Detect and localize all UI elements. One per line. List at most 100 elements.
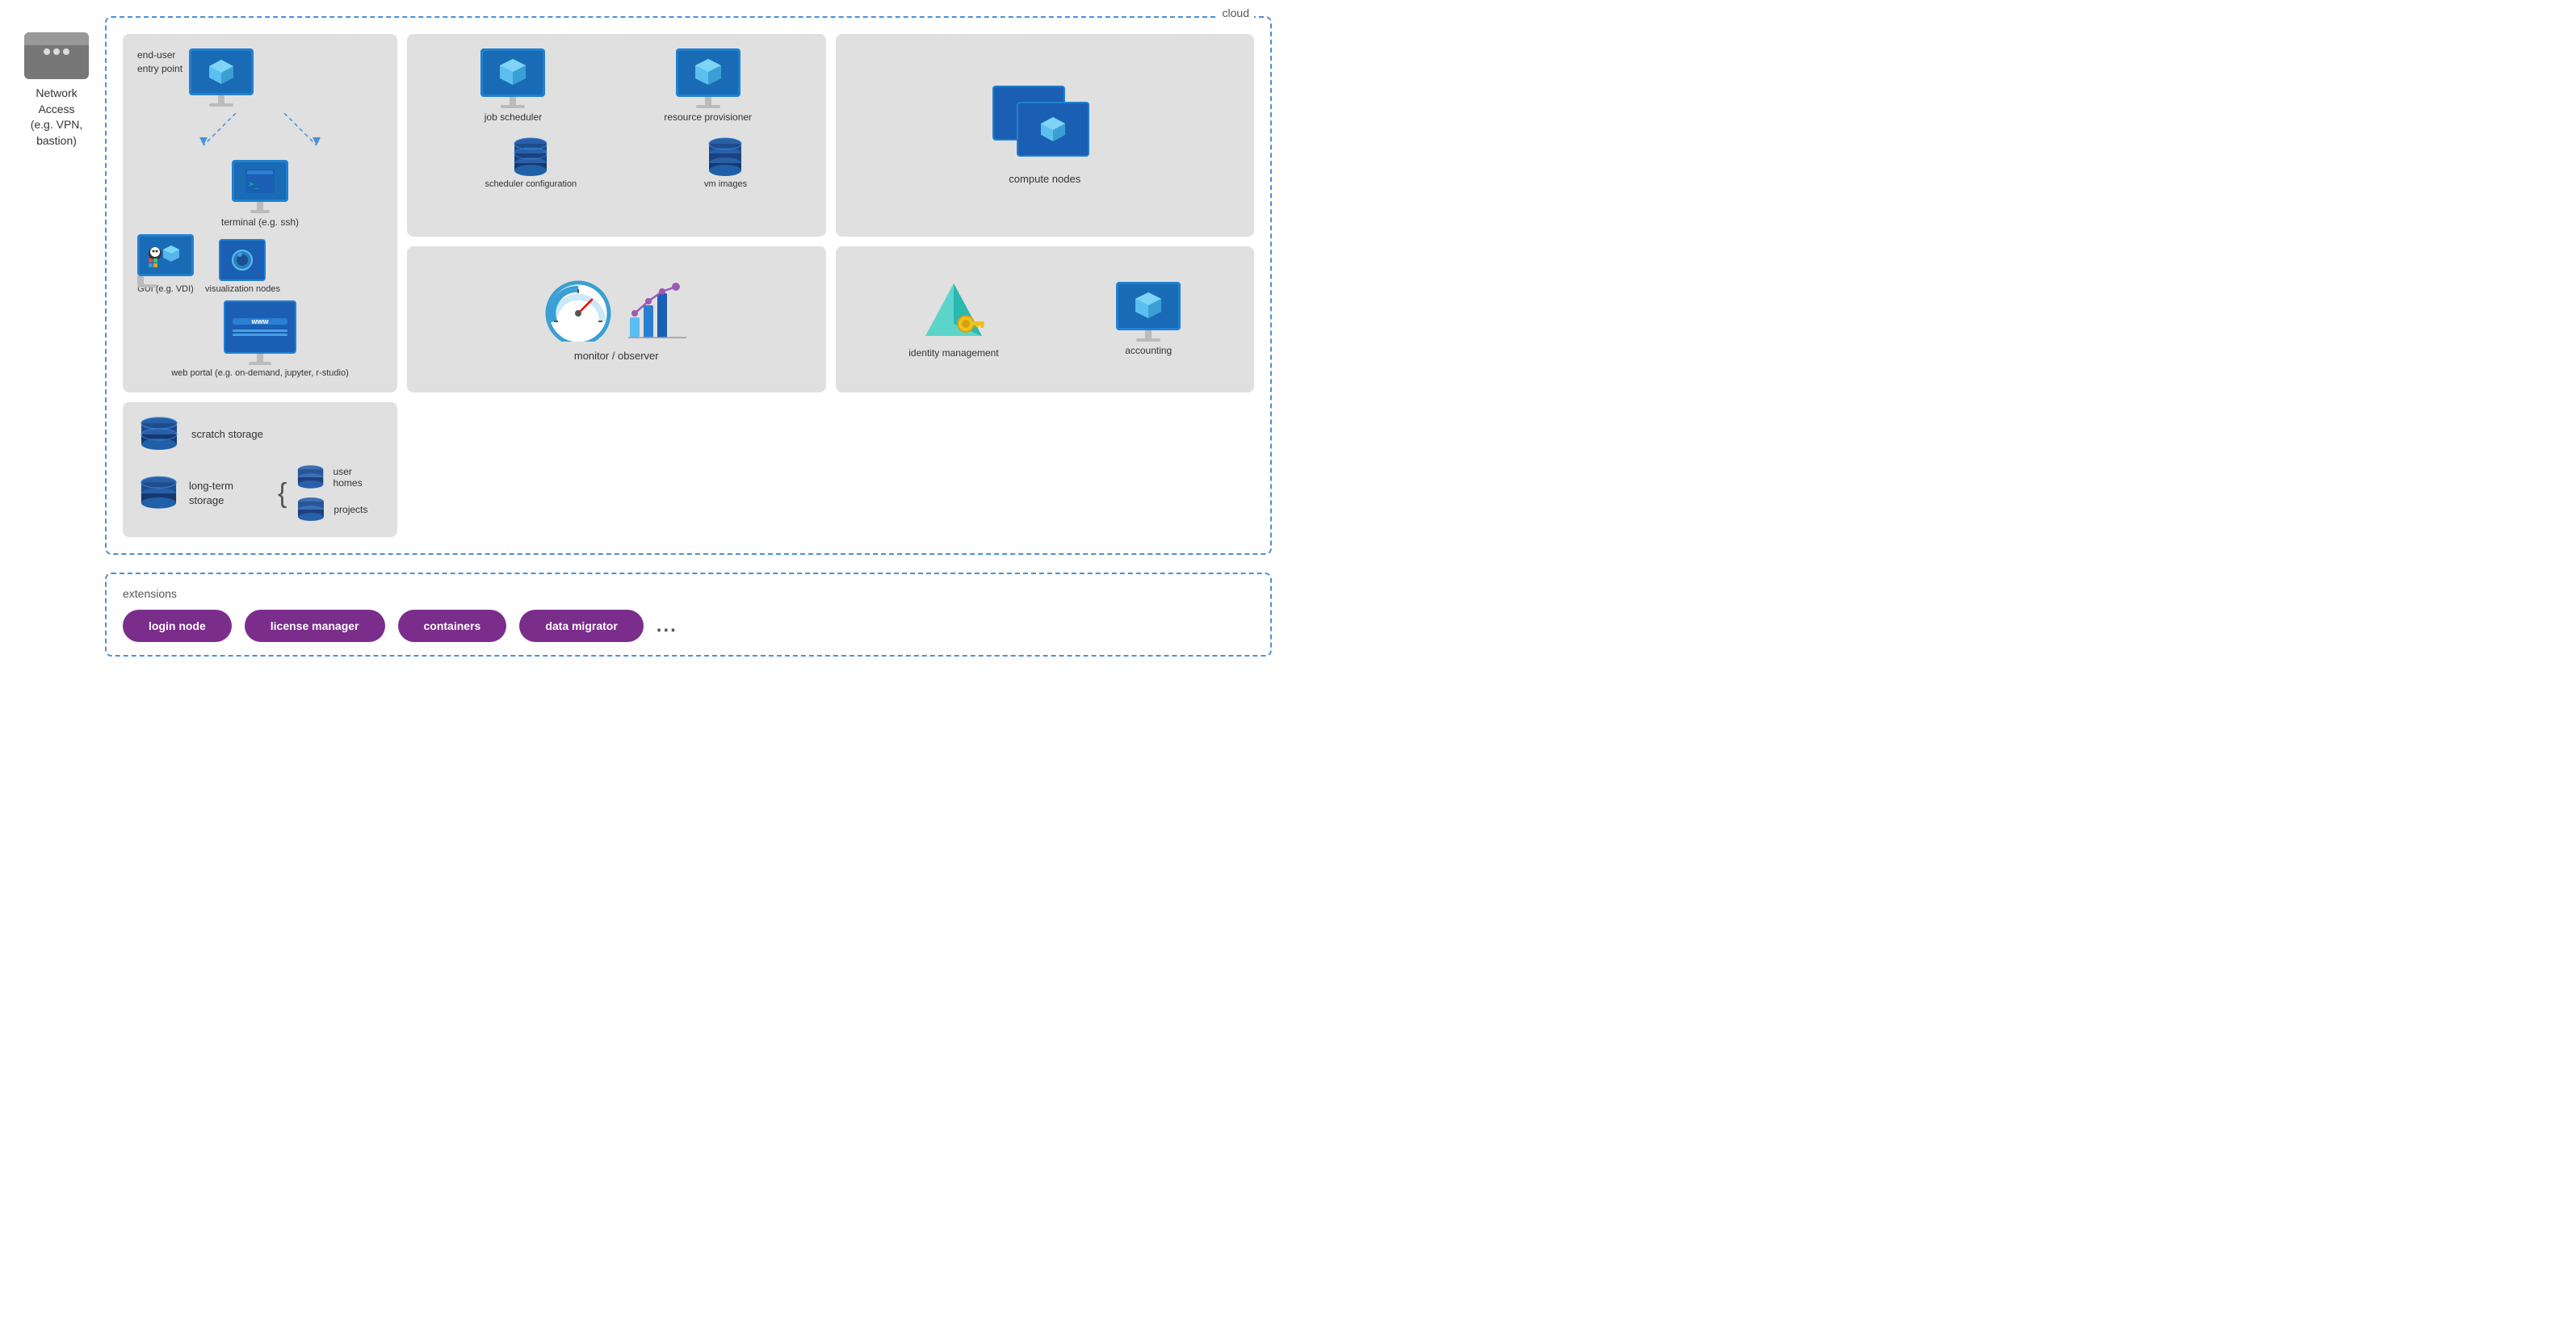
accounting-stand [1145, 330, 1152, 338]
user-homes-icon [295, 464, 326, 490]
visualization-label: visualization nodes [205, 284, 280, 294]
more-dots: ... [657, 615, 678, 637]
www-monitor: www [224, 300, 296, 354]
cell-scheduler: job scheduler [407, 34, 826, 237]
svg-text:>_: >_ [249, 180, 259, 189]
resource-provisioner-group: resource provisioner [664, 48, 752, 123]
long-term-storage-row: long-term storage { [137, 464, 383, 523]
cell-storage: scratch storage long-term storage [123, 402, 397, 537]
job-scheduler-group: job scheduler [480, 48, 545, 123]
network-access-label: Network Access (e.g. VPN, bastion) [31, 86, 83, 149]
compute-cube-front [1036, 114, 1070, 145]
cloud-label: cloud [1218, 6, 1254, 19]
speedometer-icon [542, 277, 615, 342]
browser-dots [40, 45, 73, 58]
web-portal-group: www web portal (e.g. on-demand, jupyter,… [137, 300, 383, 378]
accounting-cube [1131, 288, 1166, 324]
long-term-storage-icon [137, 476, 181, 512]
monitor-observer-icons [542, 277, 690, 342]
data-migrator-button[interactable]: data migrator [519, 610, 643, 642]
scheduler-db-icon [509, 136, 553, 176]
containers-button[interactable]: containers [398, 610, 507, 642]
accounting-group: accounting [1116, 282, 1181, 356]
scratch-storage-icon [137, 417, 182, 453]
provisioner-label: resource provisioner [664, 111, 752, 123]
gui-screen-content [145, 237, 186, 273]
monitor-base [209, 103, 233, 107]
terminal-label: terminal (e.g. ssh) [221, 216, 299, 228]
user-homes-projects-group: user homes projects [295, 464, 383, 523]
cloud-container: cloud end-user entry point [105, 16, 1272, 555]
www-stand [257, 354, 263, 362]
cell-monitor-observer: monitor / observer [407, 246, 826, 393]
gui-icon [137, 234, 194, 281]
chart-icon [626, 277, 690, 342]
left-panel: Network Access (e.g. VPN, bastion) [16, 16, 97, 149]
cell-compute: compute nodes [836, 34, 1255, 237]
long-term-storage-label: long-term storage [189, 479, 270, 508]
terminal-base [250, 210, 270, 213]
compute-nodes-label: compute nodes [1009, 173, 1080, 185]
vm-images-db-icon [703, 136, 748, 176]
monitor-stand [218, 95, 224, 103]
projects-row: projects [295, 497, 383, 523]
user-homes-row: user homes [295, 464, 383, 490]
user-homes-label: user homes [334, 466, 383, 489]
extensions-buttons: login node license manager containers da… [123, 610, 1254, 642]
cell-identity-accounting: identity management [836, 246, 1255, 393]
www-bar: www [233, 318, 288, 325]
vis-cube-icon [227, 245, 258, 275]
www-base [249, 362, 271, 365]
dashed-arrows-svg [137, 113, 383, 153]
curly-brace: { [278, 480, 287, 507]
provisioner-stand [705, 97, 711, 105]
identity-management-label: identity management [908, 347, 998, 359]
dot-3 [63, 48, 69, 55]
accounting-label: accounting [1125, 345, 1172, 356]
projects-label: projects [334, 504, 367, 515]
provisioner-monitor [676, 48, 740, 97]
compute-monitor-front [1017, 102, 1089, 157]
cell-entry-point: end-user entry point [123, 34, 397, 392]
accounting-base [1136, 338, 1160, 342]
login-node-button[interactable]: login node [123, 610, 232, 642]
scheduler-monitor [480, 48, 545, 97]
page-wrapper: Network Access (e.g. VPN, bastion) cloud… [0, 0, 1288, 673]
scheduler-cube [495, 55, 531, 90]
scheduler-stand [510, 97, 516, 105]
gui-base [137, 284, 157, 287]
compute-monitors [992, 86, 1097, 166]
vm-images-group: vm images [703, 136, 748, 189]
scratch-storage-group: scratch storage [137, 417, 383, 453]
terminal-screen: >_ [232, 160, 288, 202]
extensions-section: extensions login node license manager co… [105, 573, 1272, 657]
cloud-grid: end-user entry point [123, 34, 1254, 537]
scratch-storage-label: scratch storage [191, 427, 263, 442]
entry-monitor-screen [189, 48, 254, 95]
scheduler-base [501, 105, 525, 108]
dot-1 [44, 48, 50, 55]
cube-icon [206, 57, 237, 87]
dot-2 [53, 48, 60, 55]
accounting-monitor [1116, 282, 1181, 330]
gui-stand [137, 276, 144, 284]
projects-icon [295, 497, 327, 523]
identity-icon [921, 279, 986, 344]
scheduler-config-group: scheduler configuration [485, 136, 577, 189]
browser-bar [24, 32, 89, 45]
provisioner-base [696, 105, 720, 108]
network-access-icon [24, 32, 89, 79]
scheduler-config-label: scheduler configuration [485, 179, 577, 189]
terminal-stand [257, 202, 263, 210]
vm-images-label: vm images [704, 179, 747, 189]
monitor-observer-label: monitor / observer [574, 350, 659, 362]
visualization-icon [219, 239, 266, 281]
license-manager-button[interactable]: license manager [245, 610, 385, 642]
identity-management-group: identity management [908, 279, 998, 359]
arrow-lines [137, 113, 383, 153]
scheduler-label: job scheduler [485, 111, 542, 123]
terminal-icon: >_ [245, 169, 275, 193]
entry-point-label: end-user entry point [137, 48, 183, 76]
provisioner-cube [690, 55, 726, 90]
web-portal-label: web portal (e.g. on-demand, jupyter, r-s… [171, 368, 349, 378]
